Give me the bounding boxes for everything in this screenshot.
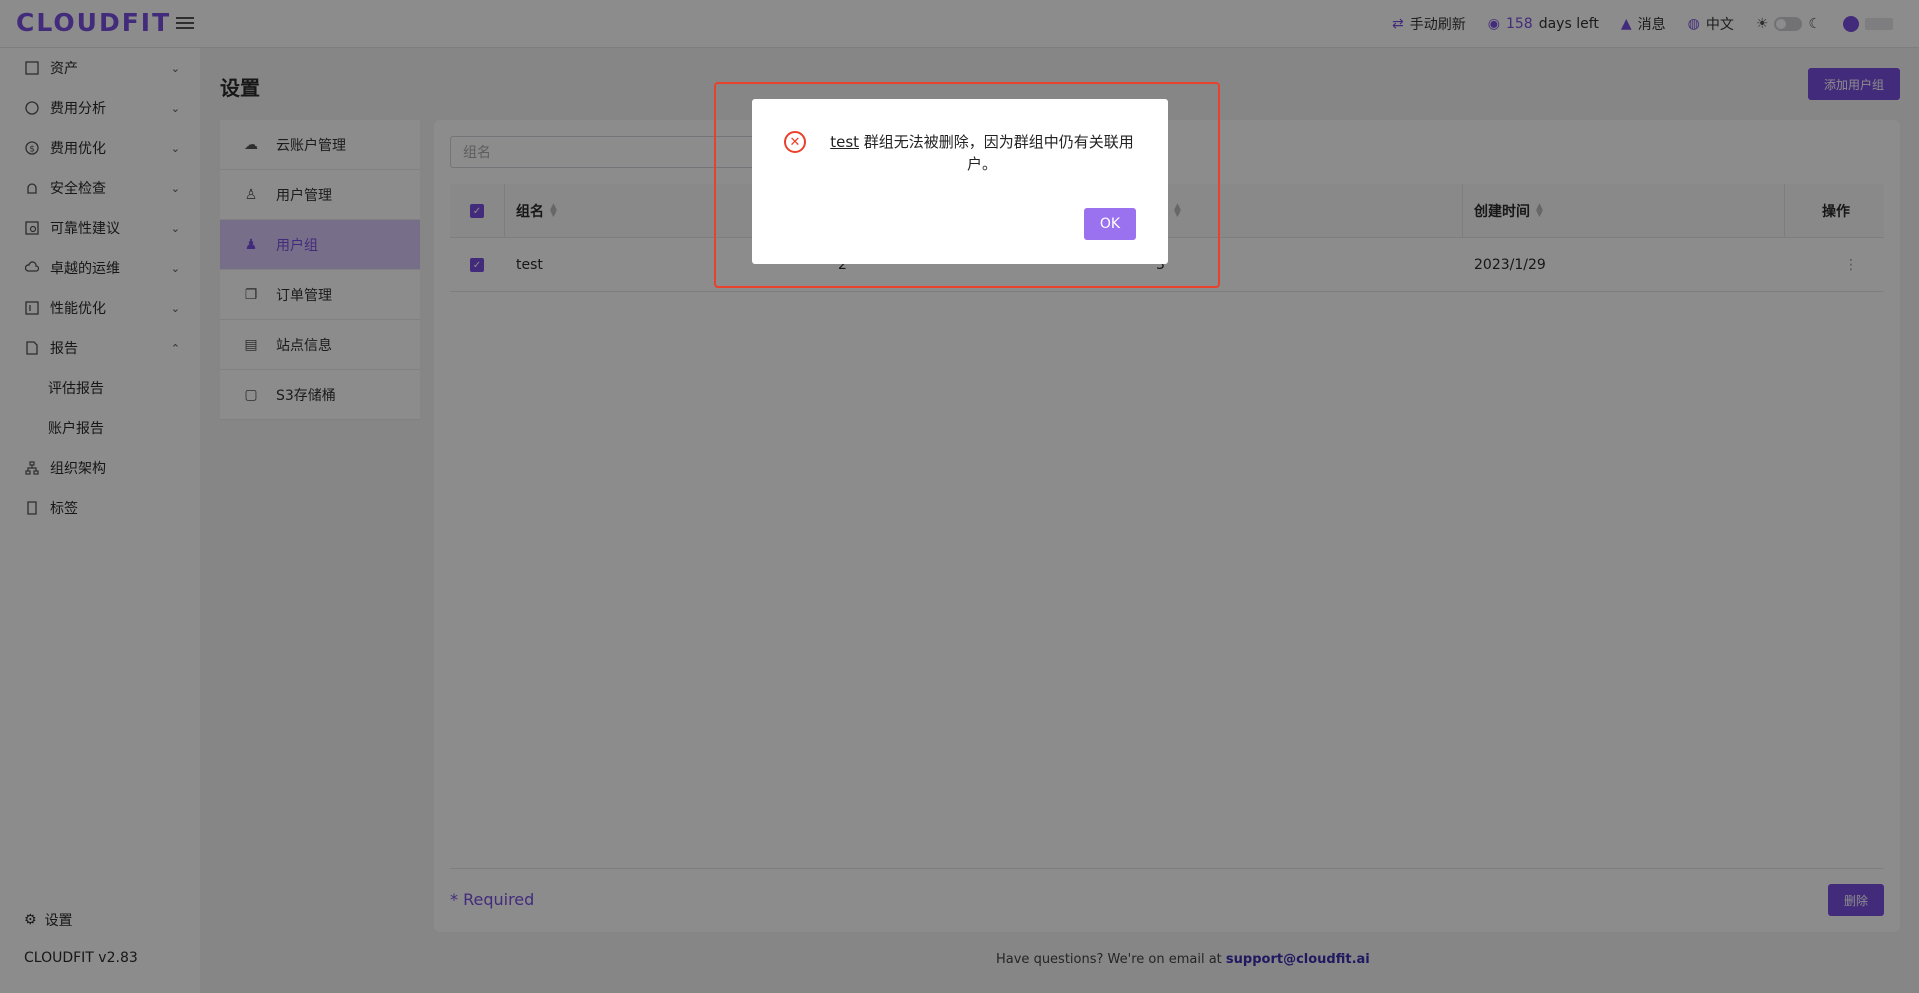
- group-name-link: test: [830, 133, 860, 151]
- error-dialog: ✕ test 群组无法被删除，因为群组中仍有关联用户。 OK: [752, 99, 1168, 264]
- ok-button[interactable]: OK: [1084, 208, 1136, 240]
- error-message: test 群组无法被删除，因为群组中仍有关联用户。: [830, 133, 1134, 173]
- error-icon: ✕: [784, 131, 806, 153]
